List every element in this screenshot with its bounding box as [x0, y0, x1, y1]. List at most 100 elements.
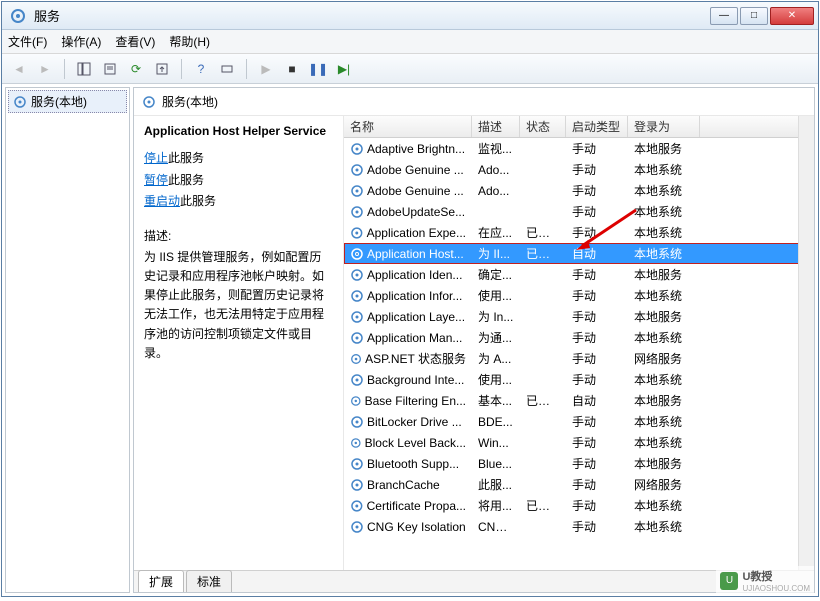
- service-startup: 手动: [566, 434, 628, 451]
- service-logon: 本地系统: [628, 497, 700, 514]
- column-name[interactable]: 名称: [344, 116, 472, 137]
- service-row[interactable]: Certificate Propa...将用...已启动手动本地系统: [344, 495, 814, 516]
- service-row[interactable]: Application Infor...使用...手动本地系统: [344, 285, 814, 306]
- tree-root-item[interactable]: 服务(本地): [8, 90, 127, 113]
- menu-action[interactable]: 操作(A): [61, 33, 101, 50]
- export-button[interactable]: [151, 58, 173, 80]
- service-logon: 网络服务: [628, 476, 700, 493]
- description-text: 为 IIS 提供管理服务，例如配置历史记录和应用程序池帐户映射。如果停止此服务，…: [144, 248, 333, 363]
- service-desc: 使用...: [472, 371, 520, 388]
- service-logon: 本地系统: [628, 161, 700, 178]
- service-row[interactable]: Application Laye...为 In...手动本地服务: [344, 306, 814, 327]
- forward-button: ►: [34, 58, 56, 80]
- window-buttons: — □ ✕: [710, 7, 814, 25]
- service-name: Bluetooth Supp...: [367, 457, 459, 471]
- service-row[interactable]: Application Expe...在应...已启动手动本地系统: [344, 222, 814, 243]
- gear-icon: [350, 184, 364, 198]
- gear-icon: [350, 331, 364, 345]
- watermark-brand: U教授: [742, 568, 810, 584]
- service-row[interactable]: Adaptive Brightn...监视...手动本地服务: [344, 138, 814, 159]
- watermark-url: UJIAOSHOU.COM: [742, 584, 810, 593]
- service-desc: 基本...: [472, 392, 520, 409]
- service-row[interactable]: AdobeUpdateSe...手动本地系统: [344, 201, 814, 222]
- service-desc: BDE...: [472, 415, 520, 429]
- service-name: CNG Key Isolation: [367, 520, 466, 534]
- service-desc: 使用...: [472, 287, 520, 304]
- gear-icon: [350, 205, 364, 219]
- menu-help[interactable]: 帮助(H): [169, 33, 210, 50]
- service-logon: 本地服务: [628, 266, 700, 283]
- service-desc: 此服...: [472, 476, 520, 493]
- detail-pane: Application Host Helper Service 停止此服务 暂停…: [134, 116, 344, 570]
- service-row[interactable]: Application Iden...确定...手动本地服务: [344, 264, 814, 285]
- gear-icon: [350, 163, 364, 177]
- service-row[interactable]: Background Inte...使用...手动本地系统: [344, 369, 814, 390]
- refresh-button[interactable]: ⟳: [125, 58, 147, 80]
- service-logon: 本地系统: [628, 182, 700, 199]
- gear-icon: [350, 226, 364, 240]
- service-row[interactable]: Block Level Back...Win...手动本地系统: [344, 432, 814, 453]
- service-row[interactable]: CNG Key IsolationCNG...手动本地系统: [344, 516, 814, 537]
- service-row[interactable]: Adobe Genuine ...Ado...手动本地系统: [344, 159, 814, 180]
- maximize-button[interactable]: □: [740, 7, 768, 25]
- help-button[interactable]: ?: [190, 58, 212, 80]
- menu-view[interactable]: 查看(V): [115, 33, 155, 50]
- gear-icon: [350, 142, 364, 156]
- menu-file[interactable]: 文件(F): [8, 33, 47, 50]
- tab-extended[interactable]: 扩展: [138, 570, 184, 592]
- restart-link[interactable]: 重启动: [144, 194, 180, 208]
- service-row[interactable]: ASP.NET 状态服务为 A...手动网络服务: [344, 348, 814, 369]
- service-row[interactable]: BranchCache此服...手动网络服务: [344, 474, 814, 495]
- service-logon: 本地系统: [628, 203, 700, 220]
- close-button[interactable]: ✕: [770, 7, 814, 25]
- selected-service-name: Application Host Helper Service: [144, 124, 333, 138]
- properties-button[interactable]: [99, 58, 121, 80]
- service-row[interactable]: Adobe Genuine ...Ado...手动本地系统: [344, 180, 814, 201]
- service-logon: 本地系统: [628, 224, 700, 241]
- gear-icon: [350, 310, 364, 324]
- minimize-button[interactable]: —: [710, 7, 738, 25]
- service-desc: 为 In...: [472, 308, 520, 325]
- column-logon[interactable]: 登录为: [628, 116, 700, 137]
- gear-icon: [350, 373, 364, 387]
- gear-icon: [350, 247, 364, 261]
- column-startup[interactable]: 启动类型: [566, 116, 628, 137]
- toolbar-button[interactable]: [216, 58, 238, 80]
- service-row[interactable]: Base Filtering En...基本...已启动自动本地服务: [344, 390, 814, 411]
- service-name: BranchCache: [367, 478, 440, 492]
- pause-link[interactable]: 暂停: [144, 173, 168, 187]
- service-row[interactable]: Application Man...为通...手动本地系统: [344, 327, 814, 348]
- pause-service-button[interactable]: ❚❚: [307, 58, 329, 80]
- service-name: ASP.NET 状态服务: [365, 350, 466, 367]
- description-label: 描述:: [144, 227, 333, 244]
- restart-service-button[interactable]: ▶|: [333, 58, 355, 80]
- service-desc: Ado...: [472, 184, 520, 198]
- service-name: Application Infor...: [367, 289, 462, 303]
- column-desc[interactable]: 描述: [472, 116, 520, 137]
- service-startup: 手动: [566, 140, 628, 157]
- list-body[interactable]: Adaptive Brightn...监视...手动本地服务Adobe Genu…: [344, 138, 814, 570]
- tab-standard[interactable]: 标准: [186, 570, 232, 592]
- column-status[interactable]: 状态: [520, 116, 566, 137]
- stop-service-button[interactable]: ■: [281, 58, 303, 80]
- service-startup: 手动: [566, 413, 628, 430]
- service-desc: Blue...: [472, 457, 520, 471]
- gear-icon: [350, 268, 364, 282]
- service-desc: CNG...: [472, 520, 520, 534]
- stop-link[interactable]: 停止: [144, 151, 168, 165]
- vertical-scrollbar[interactable]: [798, 116, 814, 570]
- gear-icon: [350, 289, 364, 303]
- service-row[interactable]: Application Host...为 II...已启动自动本地系统: [344, 243, 814, 264]
- service-desc: 为 II...: [472, 245, 520, 262]
- gear-icon: [350, 520, 364, 534]
- service-row[interactable]: Bluetooth Supp...Blue...手动本地服务: [344, 453, 814, 474]
- service-name: Block Level Back...: [365, 436, 466, 450]
- service-startup: 手动: [566, 287, 628, 304]
- service-startup: 手动: [566, 182, 628, 199]
- service-logon: 本地服务: [628, 455, 700, 472]
- show-hide-tree-button[interactable]: [73, 58, 95, 80]
- service-startup: 手动: [566, 350, 628, 367]
- service-desc: 在应...: [472, 224, 520, 241]
- service-row[interactable]: BitLocker Drive ...BDE...手动本地系统: [344, 411, 814, 432]
- service-status: 已启动: [520, 497, 566, 514]
